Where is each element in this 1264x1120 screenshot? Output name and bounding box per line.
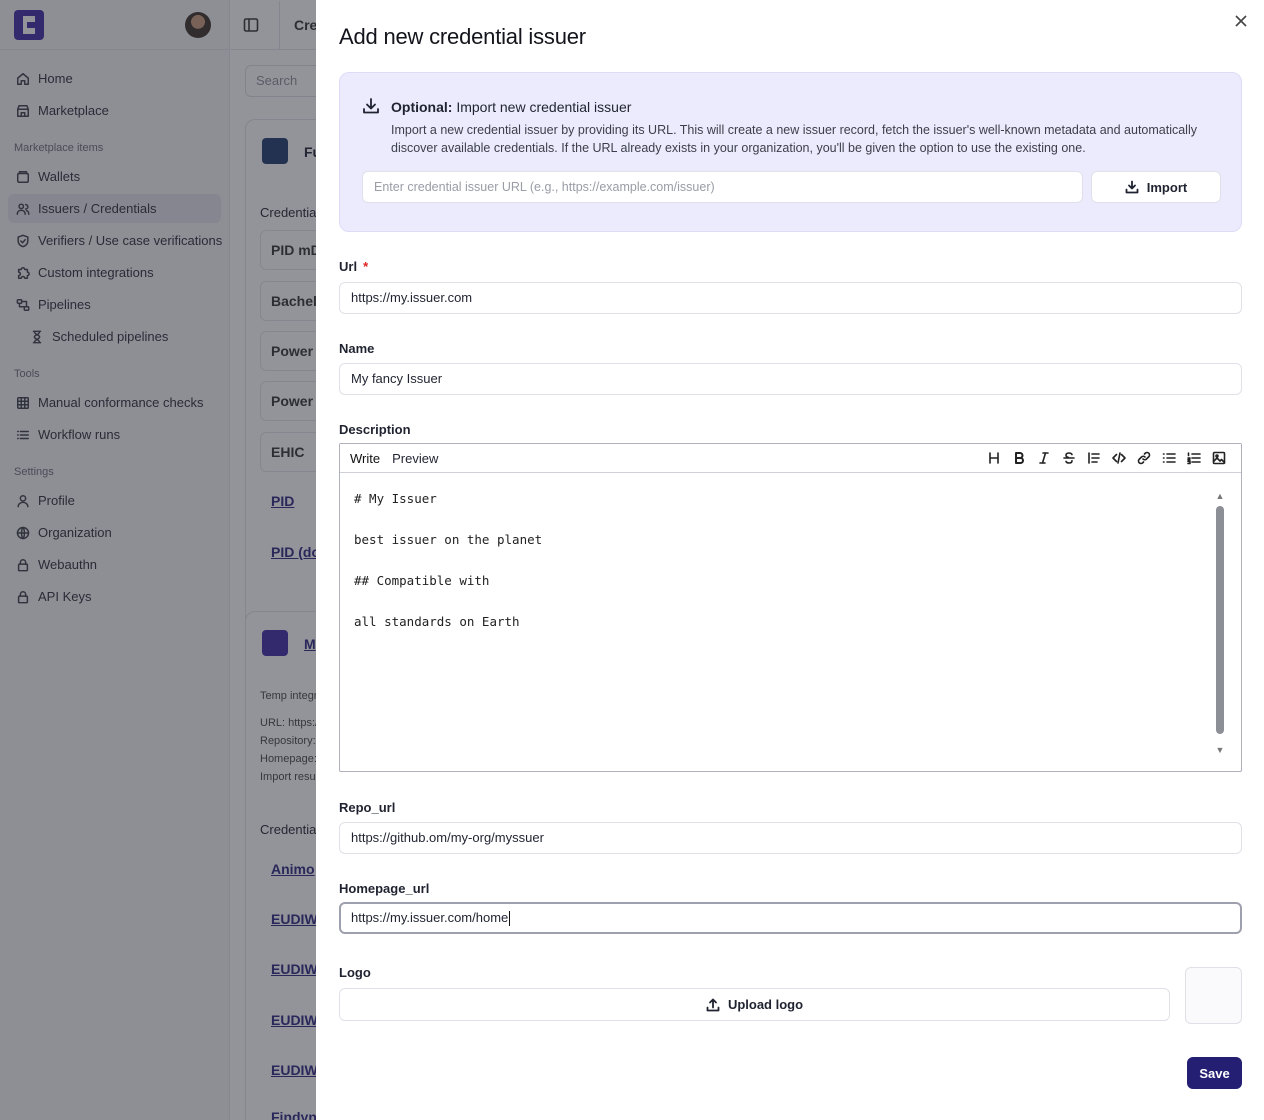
editor-tools <box>981 448 1231 468</box>
editor-textarea[interactable]: # My Issuer best issuer on the planet ##… <box>354 491 542 655</box>
name-field[interactable]: My fancy Issuer <box>339 363 1242 395</box>
italic-button[interactable] <box>1031 448 1056 468</box>
bullet-list-icon <box>1162 453 1176 463</box>
url-label-text: Url <box>339 259 358 274</box>
bold-icon <box>1014 452 1024 464</box>
editor-scrollbar[interactable]: ▲ ▼ <box>1215 492 1225 755</box>
import-panel: Optional: Import new credential issuer I… <box>339 72 1242 232</box>
logo-label: Logo <box>339 965 371 980</box>
name-label: Name <box>339 341 375 356</box>
editor-toolbar: Write Preview <box>340 444 1241 473</box>
url-label: Url * <box>339 259 368 274</box>
link-icon <box>1137 451 1150 465</box>
issuer-url-import-input[interactable]: Enter credential issuer URL (e.g., https… <box>362 171 1083 203</box>
import-button[interactable]: Import <box>1091 171 1221 203</box>
repo-url-label: Repo_url <box>339 800 396 815</box>
import-title-optional: Optional: <box>391 99 453 115</box>
text-caret <box>509 911 511 927</box>
bullet-list-button[interactable] <box>1156 448 1181 468</box>
required-mark: * <box>363 259 369 274</box>
quote-icon <box>1087 452 1100 464</box>
import-title-text: Import new credential issuer <box>452 99 632 115</box>
description-editor: Write Preview # My Issuer best issuer on… <box>339 443 1242 772</box>
link-button[interactable] <box>1131 448 1156 468</box>
save-button[interactable]: Save <box>1187 1057 1242 1089</box>
heading-icon <box>988 452 999 464</box>
close-button[interactable] <box>1232 12 1250 30</box>
import-description: Import a new credential issuer by provid… <box>391 123 1197 155</box>
upload-icon <box>706 998 720 1011</box>
scrollbar-thumb[interactable] <box>1216 506 1224 734</box>
logo-preview <box>1185 967 1242 1024</box>
add-issuer-drawer: Add new credential issuer Optional: Impo… <box>316 0 1264 1120</box>
download-icon <box>363 98 379 114</box>
homepage-url-field[interactable]: https://my.issuer.com/home <box>339 902 1242 934</box>
close-icon <box>1235 15 1247 27</box>
import-button-label: Import <box>1146 179 1188 195</box>
code-button[interactable] <box>1106 448 1131 468</box>
italic-icon <box>1038 452 1049 464</box>
editor-line: ## Compatible with <box>354 573 490 588</box>
homepage-url-value: https://my.issuer.com/home <box>351 910 509 925</box>
drawer-title: Add new credential issuer <box>339 24 586 49</box>
image-icon <box>1212 451 1225 465</box>
homepage-url-label: Homepage_url <box>339 881 430 896</box>
scroll-down-arrow-icon[interactable]: ▼ <box>1215 746 1225 755</box>
tab-write[interactable]: Write <box>350 451 380 466</box>
editor-line: best issuer on the planet <box>354 532 543 547</box>
upload-logo-button[interactable]: Upload logo <box>339 988 1170 1021</box>
strikethrough-button[interactable] <box>1056 448 1081 468</box>
strikethrough-icon <box>1062 452 1075 464</box>
upload-logo-label: Upload logo <box>727 997 804 1012</box>
heading-button[interactable] <box>981 448 1006 468</box>
url-field[interactable]: https://my.issuer.com <box>339 282 1242 314</box>
scroll-up-arrow-icon[interactable]: ▲ <box>1215 492 1225 501</box>
tab-preview[interactable]: Preview <box>392 451 438 466</box>
image-button[interactable] <box>1206 448 1231 468</box>
editor-line: all standards on Earth <box>354 614 520 629</box>
code-icon <box>1111 452 1126 464</box>
editor-line: # My Issuer <box>354 491 437 506</box>
quote-button[interactable] <box>1081 448 1106 468</box>
numbered-list-button[interactable] <box>1181 448 1206 468</box>
download-icon <box>1125 180 1139 194</box>
description-label: Description <box>339 422 411 437</box>
numbered-list-icon <box>1186 452 1201 465</box>
import-title: Optional: Import new credential issuer <box>391 99 631 115</box>
repo-url-field[interactable]: https://github.om/my-org/myssuer <box>339 822 1242 854</box>
bold-button[interactable] <box>1006 448 1031 468</box>
